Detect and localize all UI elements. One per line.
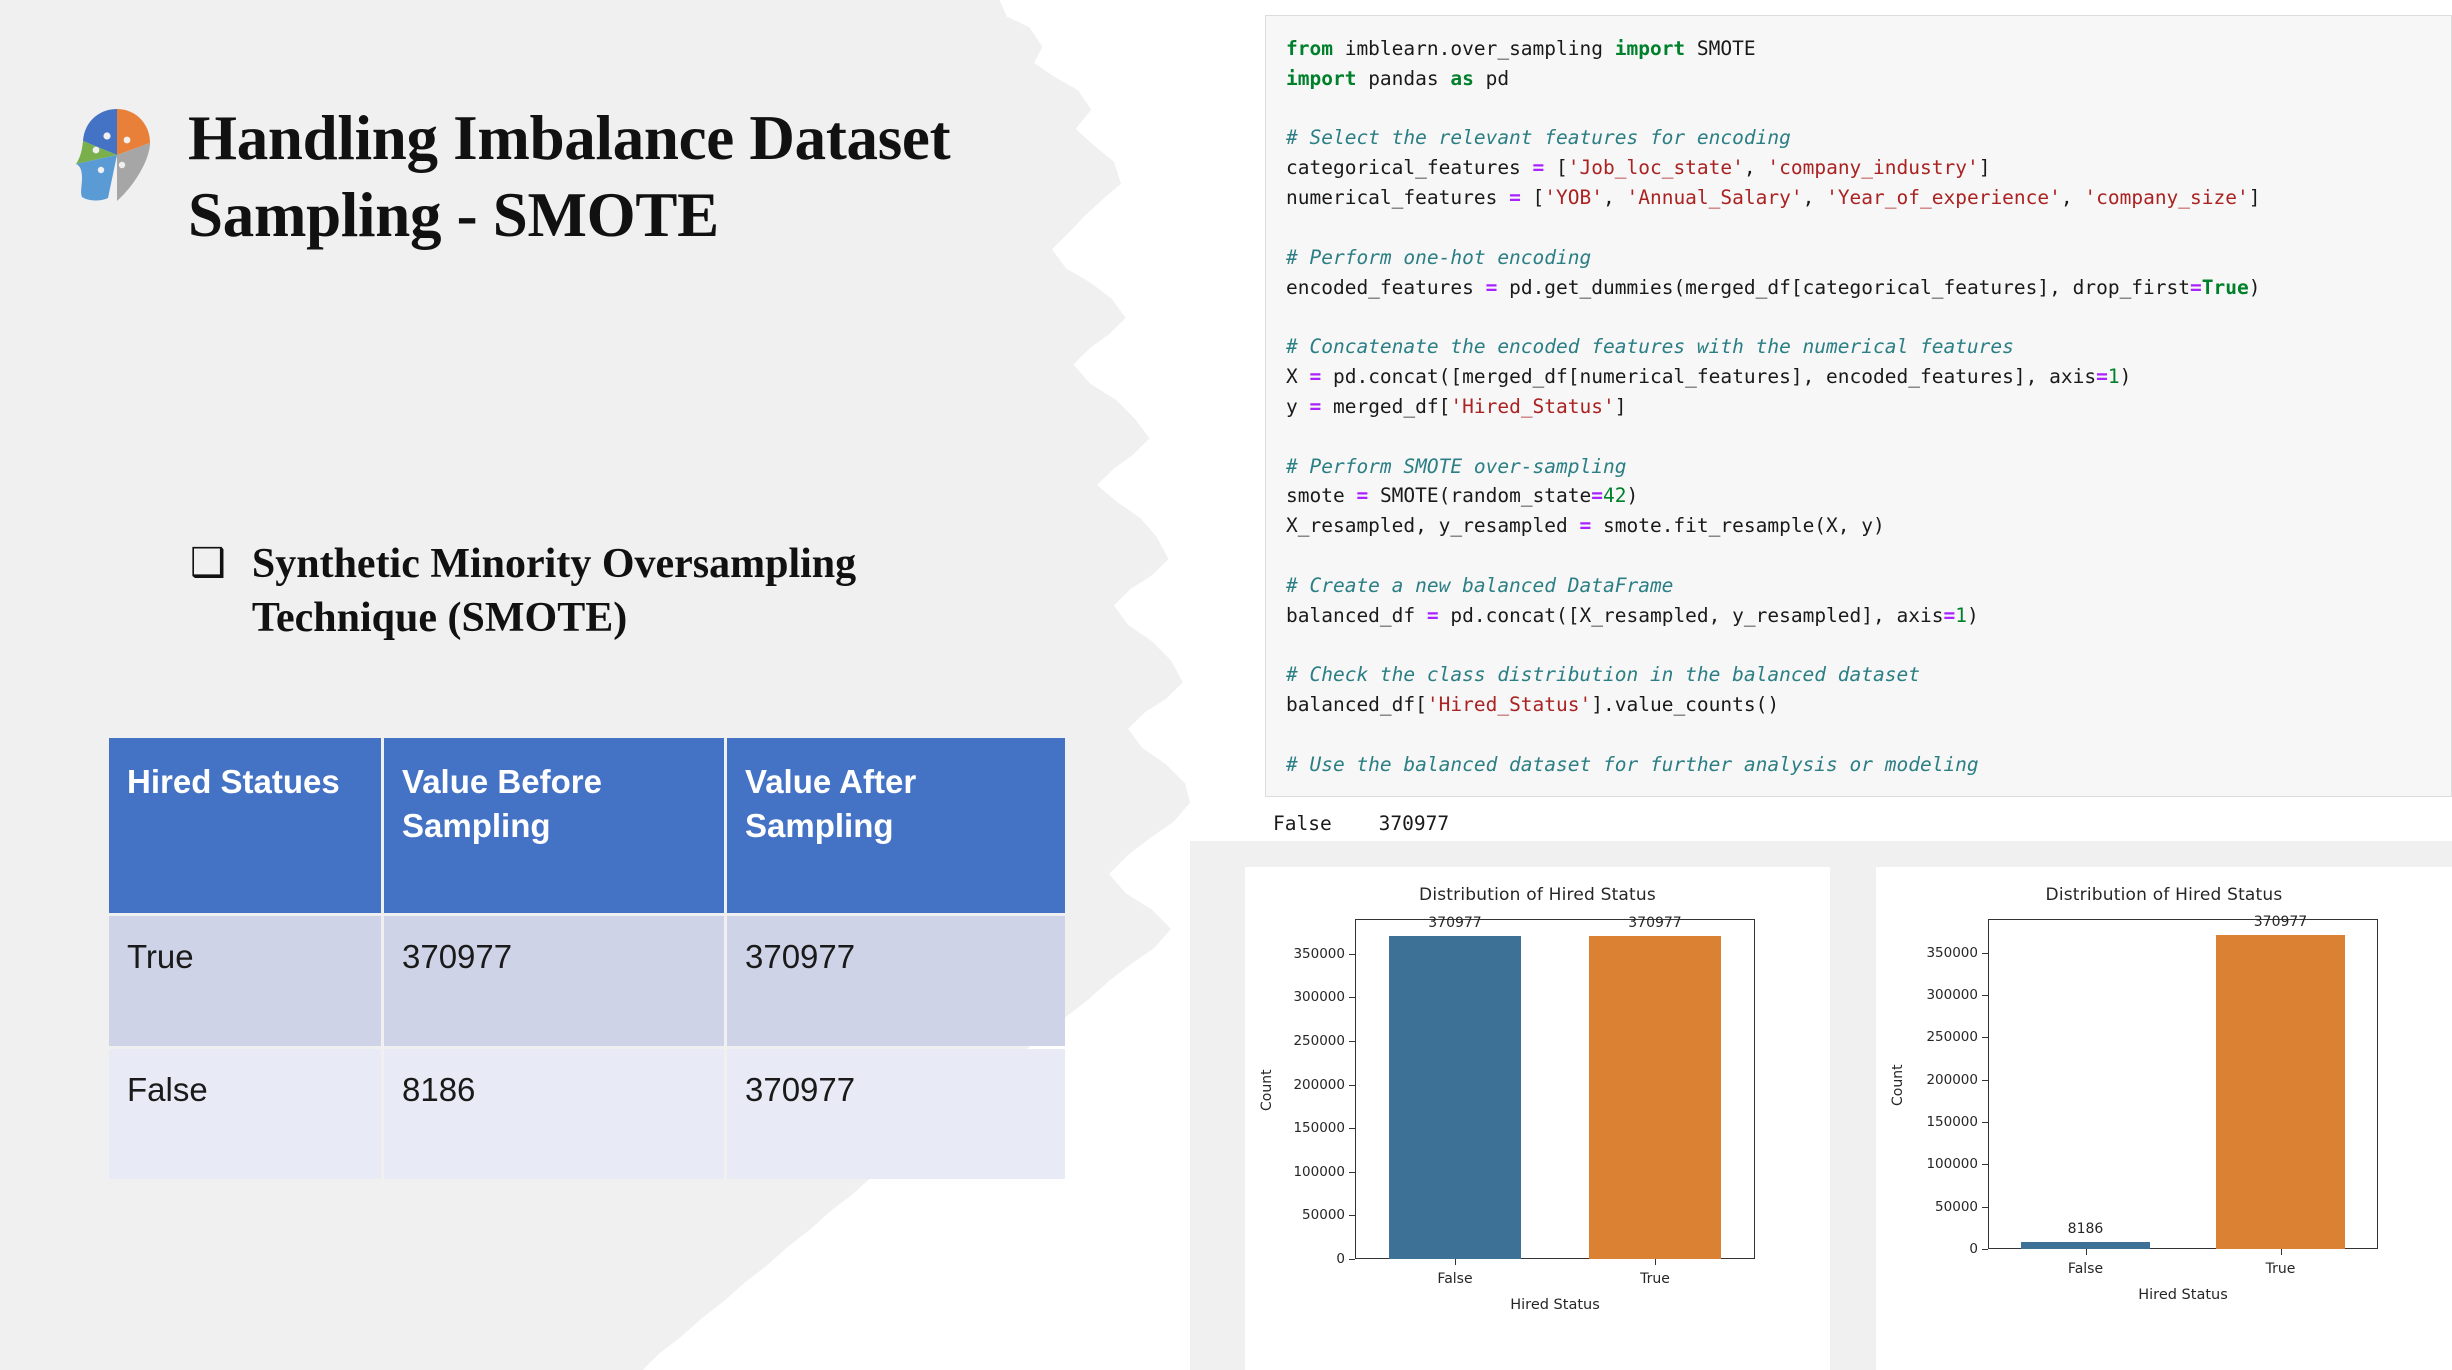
comparison-table-wrapper: Hired Statues Value Before Sampling Valu… — [106, 735, 1066, 1182]
bar-value-label: 370977 — [1428, 914, 1482, 931]
y-axis-tick-mark — [1349, 953, 1355, 955]
y-axis-tick-mark — [1349, 1259, 1355, 1260]
bar-value-label: 8186 — [2067, 1221, 2104, 1238]
y-axis-tick-mark — [1982, 1037, 1988, 1039]
column-header-value-before: Value Before Sampling — [384, 738, 724, 913]
x-axis-tick-label: False — [2067, 1261, 2104, 1277]
y-axis-tick-label: 250000 — [1293, 1033, 1345, 1050]
y-axis-tick-mark — [1349, 1084, 1355, 1086]
bar-chart-before-sampling: 0 50000 100000 150000 200000 250000 300000 3500… — [1876, 905, 2452, 1319]
x-axis-label: Hired Status — [1510, 1297, 1600, 1313]
y-axis-tick-label: 350000 — [1293, 945, 1345, 962]
x-axis-tick-label: True — [2265, 1261, 2296, 1277]
cell-before: 370977 — [384, 916, 724, 1046]
cell-status: False — [109, 1049, 381, 1179]
table-row: True 370977 370977 — [109, 916, 1065, 1046]
x-axis-tick-mark — [1655, 1259, 1656, 1265]
bar-value-label: 370977 — [2253, 914, 2308, 931]
chart-panel-after-sampling: Distribution of Hired Status 0 50000 10000… — [1245, 867, 1830, 1370]
table-row: False 8186 370977 — [109, 1049, 1065, 1179]
x-axis-tick-label: False — [1437, 1271, 1473, 1287]
y-axis-tick-label: 350000 — [1926, 944, 1978, 961]
y-axis-tick-mark — [1982, 995, 1988, 997]
cell-before: 8186 — [384, 1049, 724, 1179]
y-axis-tick-mark — [1982, 1206, 1988, 1208]
y-axis-tick-label: 300000 — [1926, 987, 1978, 1004]
table-body: True 370977 370977 False 8186 370977 — [109, 916, 1065, 1179]
y-axis-tick-mark — [1349, 997, 1355, 999]
y-axis-tick-mark — [1982, 1122, 1988, 1124]
y-axis-tick-label: 250000 — [1926, 1029, 1978, 1046]
bar-value-label: 370977 — [1628, 914, 1682, 931]
y-axis-label: Count — [1259, 1069, 1275, 1111]
cell-after: 370977 — [727, 1049, 1065, 1179]
table-header-row: Hired Statues Value Before Sampling Valu… — [109, 738, 1065, 913]
x-axis-tick-mark — [1455, 1259, 1456, 1265]
y-axis-tick-label: 300000 — [1293, 989, 1345, 1006]
y-axis-tick-mark — [1349, 1128, 1355, 1130]
column-header-value-after: Value After Sampling — [727, 738, 1065, 913]
bullet-item: ❑ Synthetic Minority Oversampling Techni… — [190, 538, 1010, 646]
y-axis-tick-label: 50000 — [1302, 1207, 1345, 1224]
y-axis-tick-mark — [1349, 1041, 1355, 1043]
y-axis-tick-mark — [1982, 1249, 1988, 1250]
y-axis-tick-label: 50000 — [1935, 1198, 1978, 1215]
y-axis-tick-label: 100000 — [1293, 1163, 1345, 1180]
chart-title: Distribution of Hired Status — [2045, 885, 2283, 905]
x-axis-label: Hired Status — [2138, 1287, 2228, 1303]
cell-after: 370977 — [727, 916, 1065, 1046]
bar-chart-after-sampling: 0 50000 100000 150000 200000 250000 300000 3500… — [1245, 905, 1830, 1329]
y-axis-tick-mark — [1982, 952, 1988, 954]
y-axis-tick-mark — [1982, 1079, 1988, 1081]
brain-puzzle-head-logo — [76, 109, 150, 201]
y-axis-tick-label: 0 — [1969, 1241, 1978, 1257]
column-header-hired-statues: Hired Statues — [109, 738, 381, 913]
slide-canvas: Handling Imbalance Dataset Sampling - SM… — [0, 0, 2452, 1370]
python-code-block: from imblearn.over_sampling import SMOTE… — [1265, 15, 2452, 797]
page-title-line-1: Handling Imbalance Dataset — [188, 103, 951, 173]
bar-true — [1589, 935, 1721, 1259]
cell-status: True — [109, 916, 381, 1046]
charts-strip: Distribution of Hired Status 0 50000 10000… — [1190, 841, 2452, 1370]
y-axis-tick-mark — [1349, 1171, 1355, 1173]
bar-false — [1389, 935, 1521, 1259]
y-axis-tick-mark — [1349, 1215, 1355, 1217]
x-axis-tick-mark — [2280, 1249, 2282, 1255]
y-axis-label: Count — [1890, 1064, 1906, 1106]
square-bullet-icon: ❑ — [190, 540, 226, 586]
x-axis-tick-mark — [2085, 1249, 2087, 1255]
bar-true — [2216, 935, 2345, 1249]
bullet-item-label: Synthetic Minority Oversampling Techniqu… — [251, 541, 857, 641]
y-axis-tick-label: 100000 — [1926, 1156, 1978, 1173]
chart-panel-before-sampling: Distribution of Hired Status 0 50000 10000… — [1876, 867, 2452, 1370]
y-axis-tick-label: 0 — [1336, 1251, 1345, 1267]
y-axis-tick-mark — [1982, 1164, 1988, 1166]
table-header: Hired Statues Value Before Sampling Valu… — [109, 738, 1065, 913]
page-title: Handling Imbalance Dataset Sampling - SM… — [188, 100, 1088, 254]
sampling-comparison-table: Hired Statues Value Before Sampling Valu… — [106, 735, 1068, 1182]
x-axis-tick-label: True — [1640, 1271, 1670, 1287]
y-axis-tick-label: 150000 — [1926, 1114, 1978, 1131]
y-axis-tick-label: 150000 — [1293, 1120, 1345, 1137]
code-screenshot-card: from imblearn.over_sampling import SMOTE… — [1265, 15, 2452, 894]
chart-title: Distribution of Hired Status — [1419, 885, 1656, 905]
page-title-line-2: Sampling - SMOTE — [188, 179, 719, 250]
bar-false — [2021, 1242, 2150, 1249]
